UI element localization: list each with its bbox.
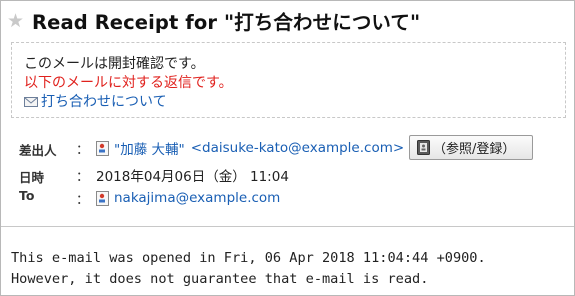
- body-line-2: However, it does not guarantee that e-ma…: [11, 271, 429, 287]
- mail-view: ★ Read Receipt for "打ち合わせについて" このメールは開封確…: [0, 0, 575, 296]
- address-book-button-label: （参照/登録）: [433, 142, 516, 157]
- from-email-link[interactable]: <daisuke-kato@example.com>: [191, 140, 404, 156]
- from-colon: ：: [76, 143, 90, 158]
- date-colon: ：: [76, 170, 90, 185]
- contact-card-icon: [96, 190, 109, 206]
- notice-reply-text: 以下のメールに対する返信です。: [24, 75, 233, 91]
- from-value: "加藤 大輔" <daisuke-kato@example.com>: [96, 138, 404, 158]
- date-label: 日時: [19, 170, 45, 185]
- to-email-link[interactable]: nakajima@example.com: [114, 190, 280, 206]
- original-mail-link-label: 打ち合わせについて: [41, 94, 167, 110]
- title-row: ★ Read Receipt for "打ち合わせについて": [7, 7, 421, 34]
- body-line-1: This e-mail was opened in Fri, 06 Apr 20…: [11, 250, 486, 266]
- to-value: nakajima@example.com: [96, 190, 280, 206]
- star-icon[interactable]: ★: [7, 11, 24, 31]
- to-label: To: [19, 188, 35, 203]
- read-receipt-notice: このメールは開封確認です。 以下のメールに対する返信です。 打ち合わせについて: [11, 42, 566, 118]
- envelope-icon: [24, 97, 38, 107]
- from-name-link[interactable]: "加藤 大輔": [114, 138, 185, 158]
- divider: [1, 226, 574, 227]
- address-book-icon: [417, 140, 430, 155]
- notice-text: このメールは開封確認です。: [24, 56, 205, 72]
- address-book-button[interactable]: （参照/登録）: [409, 135, 533, 160]
- to-colon: ：: [76, 193, 90, 208]
- contact-card-icon: [96, 140, 109, 156]
- original-mail-link[interactable]: 打ち合わせについて: [24, 93, 167, 111]
- date-value: 2018年04月06日（金） 11:04: [96, 169, 289, 185]
- page-title: Read Receipt for "打ち合わせについて": [32, 10, 421, 34]
- from-label: 差出人: [19, 143, 57, 158]
